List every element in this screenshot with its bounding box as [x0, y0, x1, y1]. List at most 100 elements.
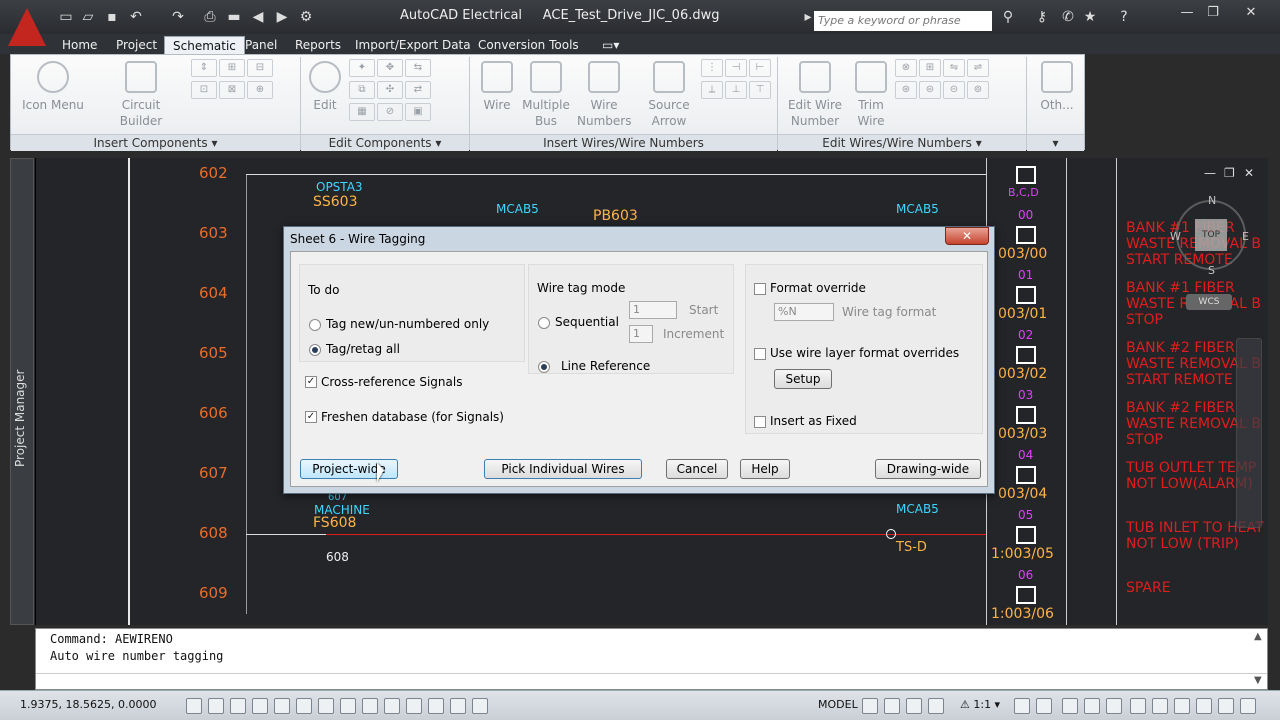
communication-icon[interactable]: ✆ [1060, 9, 1076, 25]
tag-all-radio[interactable] [309, 344, 321, 356]
viewcube-top-face[interactable]: TOP [1195, 219, 1227, 251]
polar-icon[interactable] [274, 698, 290, 714]
pick-individual-wires-button[interactable]: Pick Individual Wires [484, 459, 642, 479]
pan-icon[interactable] [906, 698, 922, 714]
sequential-radio[interactable] [538, 317, 550, 329]
tab-reports[interactable]: Reports [287, 36, 349, 54]
panel-label-insert-wires[interactable]: Insert Wires/Wire Numbers [470, 134, 777, 151]
lineweight-icon[interactable] [406, 698, 422, 714]
tab-conversion-tools[interactable]: Conversion Tools [470, 36, 587, 54]
otrack-icon[interactable] [340, 698, 356, 714]
edit-button[interactable]: Edit [307, 61, 343, 113]
status-tool-icon[interactable] [1152, 698, 1168, 714]
ucs-icon[interactable] [362, 698, 378, 714]
tool-icon[interactable]: ⊞ [219, 59, 245, 77]
undo-icon[interactable]: ↶ [128, 9, 144, 25]
tab-project[interactable]: Project [108, 36, 165, 54]
dialog-close-button[interactable]: ✕ [945, 227, 989, 245]
tab-schematic[interactable]: Schematic [164, 36, 245, 54]
drawing-wide-button[interactable]: Drawing-wide [875, 459, 981, 479]
tab-home[interactable]: Home [54, 36, 105, 54]
insert-fixed-label[interactable]: Insert as Fixed [770, 414, 857, 428]
tool-icon[interactable]: ⊝ [943, 81, 965, 99]
back-icon[interactable]: ◀ [250, 9, 266, 25]
key-icon[interactable]: ⚷ [1034, 9, 1050, 25]
cross-reference-checkbox[interactable]: ✓ [305, 376, 317, 388]
infer-icon[interactable] [186, 698, 202, 714]
tool-icon[interactable]: ⊟ [247, 59, 273, 77]
tool-icon[interactable]: ⊚ [967, 81, 989, 99]
panel-label-edit-components[interactable]: Edit Components ▾ [301, 134, 469, 151]
wire-number-box[interactable] [1016, 586, 1036, 604]
tool-icon[interactable]: ⇆ [405, 59, 431, 77]
maximize-button[interactable]: ❐ [1202, 4, 1224, 22]
source-arrow-button[interactable]: Source Arrow [641, 61, 697, 129]
wire-number-box[interactable] [1016, 226, 1036, 244]
tool-icon[interactable]: ⊡ [191, 81, 217, 99]
cancel-button[interactable]: Cancel [666, 459, 728, 479]
layer-override-checkbox[interactable] [754, 348, 766, 360]
help-icon[interactable]: ? [1116, 9, 1132, 25]
lock-icon[interactable] [1084, 698, 1100, 714]
tool-icon[interactable]: ⊠ [219, 81, 245, 99]
component-tag[interactable]: SS603 [313, 194, 358, 210]
scroll-down-icon[interactable]: ▼ [1254, 675, 1262, 686]
viewcube[interactable]: N S W E TOP [1170, 194, 1249, 277]
edit-wire-number-button[interactable]: Edit Wire Number [785, 61, 845, 129]
wire-number-box[interactable] [1016, 526, 1036, 544]
layer-override-label[interactable]: Use wire layer format overrides [770, 346, 959, 360]
help-button[interactable]: Help [740, 459, 790, 479]
component-tag[interactable]: TS-D [896, 540, 927, 555]
open-icon[interactable]: ▱ [80, 9, 96, 25]
osnap-icon[interactable] [296, 698, 312, 714]
save-icon[interactable]: ▪ [104, 9, 120, 25]
icon-menu-button[interactable]: Icon Menu [19, 61, 87, 113]
forward-icon[interactable]: ▶ [274, 9, 290, 25]
tool-icon[interactable]: ⊞ [919, 59, 941, 77]
format-override-checkbox[interactable] [754, 283, 766, 295]
sequential-label[interactable]: Sequential [555, 315, 619, 329]
line-reference-radio[interactable] [538, 361, 550, 373]
binoculars-icon[interactable]: ⚲ [1000, 9, 1016, 25]
isolate-objects-icon[interactable] [1130, 698, 1146, 714]
wire-tag-format-input[interactable]: %N [774, 303, 834, 321]
panel-label-edit-wires[interactable]: Edit Wires/Wire Numbers ▾ [778, 134, 1026, 151]
quick-view-drawings-icon[interactable] [884, 698, 900, 714]
wire-button[interactable]: Wire [477, 61, 517, 113]
component-tag[interactable]: PB603 [593, 208, 638, 224]
tool-icon[interactable]: ✥ [377, 59, 403, 77]
auto-scale-icon[interactable] [1036, 698, 1052, 714]
other-button[interactable]: Oth... [1033, 61, 1081, 113]
wcs-menu[interactable]: WCS [1186, 294, 1232, 310]
tag-all-label[interactable]: Tag/retag all [326, 342, 400, 356]
panel-label-other[interactable]: ▾ [1027, 134, 1084, 151]
transparency-icon[interactable] [428, 698, 444, 714]
line-reference-label[interactable]: Line Reference [561, 359, 650, 373]
selection-cycling-icon[interactable] [472, 698, 488, 714]
annotation-scale[interactable]: ⚠ 1:1 ▾ [960, 698, 1000, 711]
wire-number-box[interactable] [1016, 286, 1036, 304]
wire-602[interactable] [246, 174, 986, 175]
tool-icon[interactable]: ⟂ [701, 81, 723, 99]
component-tag[interactable]: FS608 [313, 515, 356, 531]
circuit-builder-button[interactable]: Circuit Builder [99, 61, 183, 129]
tool-icon[interactable]: ⇌ [967, 59, 989, 77]
ortho-icon[interactable] [252, 698, 268, 714]
scroll-up-icon[interactable]: ▲ [1254, 631, 1262, 642]
panel-label-insert-components[interactable]: Insert Components ▾ [11, 134, 300, 151]
tool-icon[interactable]: ✣ [377, 81, 403, 99]
search-input[interactable]: Type a keyword or phrase [814, 11, 992, 31]
quick-view-layouts-icon[interactable] [862, 698, 878, 714]
workspace-switch-icon[interactable] [1062, 698, 1078, 714]
snap-icon[interactable] [208, 698, 224, 714]
tag-new-radio[interactable] [309, 319, 321, 331]
tool-icon[interactable]: ⊥ [725, 81, 747, 99]
wire-608-start[interactable] [246, 534, 326, 535]
tab-import-export[interactable]: Import/Export Data [347, 36, 479, 54]
clean-screen-icon[interactable] [1240, 698, 1256, 714]
viewport-minimize-icon[interactable]: — [1204, 166, 1216, 180]
freshen-database-checkbox[interactable]: ✓ [305, 411, 317, 423]
dynamic-input-icon[interactable] [384, 698, 400, 714]
setup-button[interactable]: Setup [774, 369, 832, 389]
folder-icon[interactable]: ▬ [226, 9, 242, 25]
